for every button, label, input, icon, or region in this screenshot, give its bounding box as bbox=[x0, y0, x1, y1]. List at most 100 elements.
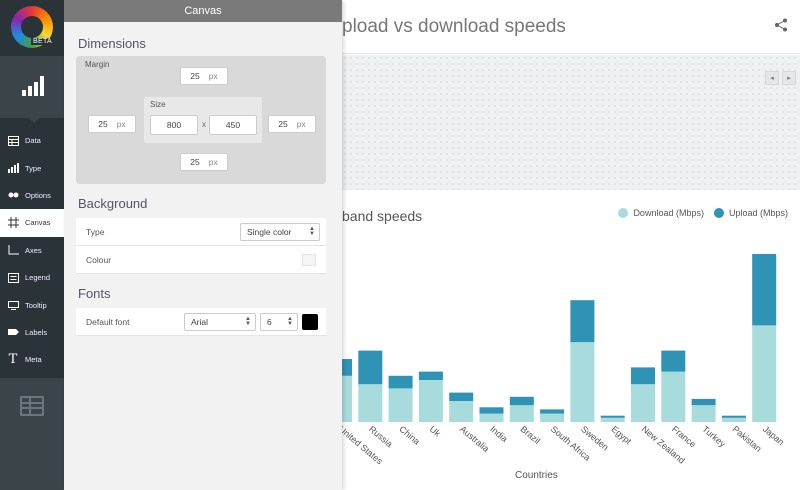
dimensions-box: Margin 25 px 25 px 25 px 25 px Size 800 x 45… bbox=[76, 56, 326, 184]
canvas-settings-panel: Canvas Dimensions Margin 25 px 25 px 25 px … bbox=[64, 0, 342, 490]
nav-item-options[interactable]: Options bbox=[0, 182, 64, 209]
left-nav: BETA Data Type Options Canvas Axes Legen… bbox=[0, 0, 64, 490]
legend-swatch bbox=[713, 208, 724, 218]
bar-download-turkey[interactable] bbox=[691, 405, 716, 422]
bar-download-india[interactable] bbox=[479, 413, 504, 422]
height-input[interactable]: 450 bbox=[209, 115, 257, 135]
bar-chart-icon bbox=[6, 161, 20, 175]
main-chart-area: pload vs download speeds ◂ ▸ band speeds… bbox=[342, 0, 800, 490]
collapse-right-icon[interactable]: ▸ bbox=[782, 71, 796, 85]
labels-icon bbox=[6, 325, 20, 339]
bar-download-france[interactable] bbox=[661, 371, 686, 422]
margin-top-input[interactable]: 25 px bbox=[180, 67, 228, 85]
nav-item-tooltip[interactable]: Tooltip bbox=[0, 291, 64, 318]
select-arrows-icon: ▲ ▼ bbox=[245, 316, 251, 327]
bar-upload-brazil[interactable] bbox=[509, 396, 534, 406]
bar-upload-france[interactable] bbox=[661, 350, 686, 372]
bar-upload-new-zealand[interactable] bbox=[631, 367, 655, 385]
bar-download-brazil[interactable] bbox=[509, 405, 534, 422]
nav-item-label: Canvas bbox=[25, 218, 51, 228]
margin-left-input[interactable]: 25 px bbox=[88, 115, 136, 133]
legend-item-download[interactable]: Download (Mbps) bbox=[618, 208, 704, 218]
width-input[interactable]: 800 bbox=[150, 115, 198, 135]
x-tick-label: Pakistan bbox=[731, 424, 764, 454]
bar-download-egypt[interactable] bbox=[600, 417, 625, 422]
nav-item-type[interactable]: Type bbox=[0, 154, 64, 181]
font-size-select[interactable]: 6 ▲ ▼ bbox=[260, 313, 298, 331]
margin-bottom-input[interactable]: 25 px bbox=[180, 153, 228, 171]
nav-menu: Data Type Options Canvas Axes Legend Too… bbox=[0, 127, 64, 374]
share-icon[interactable] bbox=[774, 18, 788, 32]
nav-item-label: Labels bbox=[25, 327, 48, 337]
nav-item-canvas[interactable]: Canvas bbox=[0, 209, 64, 237]
background-type-row: Type Single color ▲ ▼ bbox=[76, 218, 326, 246]
options-icon bbox=[6, 188, 20, 202]
chart-title: pload vs download speeds bbox=[342, 16, 566, 37]
nav-item-labels[interactable]: Labels bbox=[0, 319, 64, 346]
select-arrows-icon: ▲ ▼ bbox=[287, 316, 293, 327]
bar-download-australia[interactable] bbox=[449, 401, 474, 422]
bar-download-uk[interactable] bbox=[418, 380, 443, 422]
bar-upload-japan[interactable] bbox=[752, 254, 777, 326]
x-tick-label: Turkey bbox=[700, 424, 728, 449]
nav-item-label: Options bbox=[25, 190, 51, 200]
font-family-select[interactable]: Arial ▲ ▼ bbox=[184, 313, 256, 331]
bar-upload-south-africa[interactable] bbox=[540, 409, 565, 414]
select-arrows-icon: ▲ ▼ bbox=[309, 226, 315, 237]
bar-upload-turkey[interactable] bbox=[691, 398, 716, 406]
font-colour-swatch[interactable] bbox=[302, 314, 318, 330]
bar-download-russia[interactable] bbox=[358, 384, 383, 422]
bar-download-china[interactable] bbox=[388, 388, 413, 422]
canvas-icon bbox=[6, 216, 20, 230]
chart-subtitle: band speeds bbox=[342, 208, 423, 224]
x-tick-label: Russia bbox=[367, 424, 395, 449]
colour-label: Colour bbox=[86, 255, 112, 265]
x-tick-label: Uk bbox=[428, 424, 443, 439]
background-colour-swatch[interactable] bbox=[302, 254, 316, 266]
bar-download-sweden[interactable] bbox=[570, 342, 595, 422]
bar-download-new-zealand[interactable] bbox=[631, 384, 655, 422]
bar-chart-icon bbox=[22, 76, 44, 96]
bar-upload-united-states[interactable] bbox=[342, 359, 352, 376]
background-type-select[interactable]: Single color ▲ ▼ bbox=[240, 223, 320, 241]
legend-label: Download (Mbps) bbox=[633, 208, 704, 218]
bar-download-south-africa[interactable] bbox=[540, 413, 565, 422]
bar-download-pakistan[interactable] bbox=[721, 417, 746, 422]
nav-item-label: Legend bbox=[25, 273, 51, 283]
type-label: Type bbox=[86, 227, 105, 237]
bar-upload-sweden[interactable] bbox=[570, 300, 595, 343]
nav-item-legend[interactable]: Legend bbox=[0, 264, 64, 291]
chart-nav-button[interactable] bbox=[0, 56, 64, 118]
bar-upload-india[interactable] bbox=[479, 407, 504, 414]
nav-item-label: Data bbox=[25, 136, 41, 146]
bar-upload-pakistan[interactable] bbox=[721, 415, 746, 418]
bar-upload-egypt[interactable] bbox=[600, 415, 625, 418]
nav-item-data[interactable]: Data bbox=[0, 127, 64, 154]
tooltip-icon bbox=[6, 298, 20, 312]
nav-item-axes[interactable]: Axes bbox=[0, 237, 64, 264]
bar-download-united-states[interactable] bbox=[342, 375, 352, 422]
size-box: Size 800 x 450 bbox=[144, 97, 262, 143]
text-icon: T bbox=[8, 352, 18, 368]
bar-upload-russia[interactable] bbox=[358, 350, 383, 385]
times-sign: x bbox=[202, 120, 206, 129]
bar-upload-china[interactable] bbox=[388, 375, 413, 389]
margin-right-input[interactable]: 25 px bbox=[268, 115, 316, 133]
default-font-label: Default font bbox=[86, 317, 130, 327]
bar-download-japan[interactable] bbox=[752, 325, 777, 422]
x-tick-label: Australia bbox=[458, 424, 491, 454]
dimensions-title: Dimensions bbox=[78, 36, 146, 51]
nav-item-meta[interactable]: T Meta bbox=[0, 346, 64, 373]
legend-item-upload[interactable]: Upload (Mbps) bbox=[713, 208, 788, 218]
nav-bottom bbox=[0, 378, 64, 490]
background-colour-row: Colour bbox=[76, 246, 326, 274]
legend-icon bbox=[6, 271, 20, 285]
x-tick-label: China bbox=[397, 424, 421, 447]
fonts-title: Fonts bbox=[78, 286, 111, 301]
bar-upload-uk[interactable] bbox=[418, 371, 443, 380]
collapse-left-icon[interactable]: ◂ bbox=[765, 71, 779, 85]
bar-upload-australia[interactable] bbox=[449, 392, 474, 401]
nav-item-label: Axes bbox=[25, 245, 42, 255]
spreadsheet-icon[interactable] bbox=[20, 396, 44, 416]
default-font-row: Default font Arial ▲ ▼ 6 ▲ ▼ bbox=[76, 308, 326, 336]
